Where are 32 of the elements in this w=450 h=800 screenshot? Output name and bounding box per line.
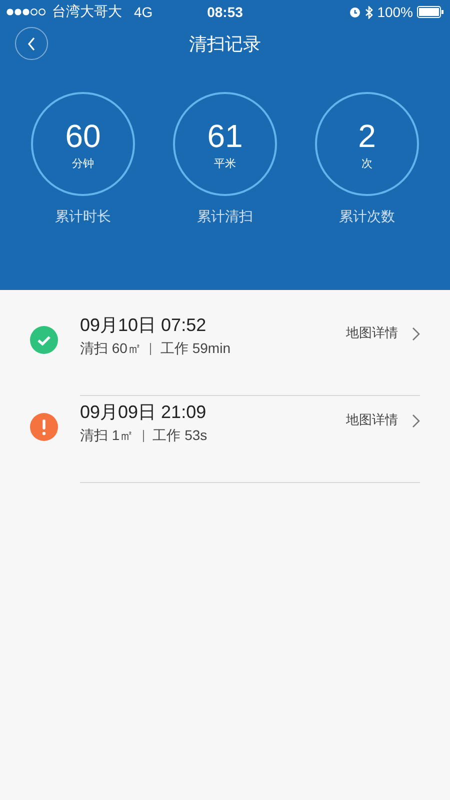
stat-unit: 平米 <box>214 156 236 170</box>
stat-value: 2 <box>358 118 376 154</box>
check-icon <box>30 326 58 354</box>
stat-label: 累计清扫 <box>197 208 253 226</box>
record-time: 09月09日 21:09 <box>80 401 208 424</box>
stat-unit: 次 <box>362 156 372 170</box>
stat-value: 61 <box>207 118 243 154</box>
map-details-link[interactable]: 地图详情 <box>346 324 398 342</box>
battery-icon <box>417 6 444 18</box>
warning-icon <box>30 413 58 441</box>
work-duration: 工作 53s <box>152 427 208 445</box>
signal-icon <box>6 8 48 16</box>
page-title: 清扫记录 <box>189 33 261 56</box>
back-button[interactable] <box>15 27 48 60</box>
network-type: 4G <box>134 4 153 20</box>
record-time: 09月10日 07:52 <box>80 314 208 337</box>
carrier-name: 台湾大哥大 <box>52 3 122 21</box>
work-duration: 工作 59min <box>160 340 230 358</box>
stat-value: 60 <box>65 118 101 154</box>
cleaned-area: 清扫 60㎡ <box>80 340 142 358</box>
cleaned-area: 清扫 1㎡ <box>80 427 134 445</box>
stat-label: 累计次数 <box>339 208 395 226</box>
stat-unit: 分钟 <box>72 156 94 170</box>
chevron-icon <box>412 414 420 428</box>
bluetooth-icon <box>365 6 374 18</box>
stat-label: 累计时长 <box>55 208 111 226</box>
battery-percent: 100% <box>377 4 413 20</box>
map-details-link[interactable]: 地图详情 <box>346 411 398 429</box>
clock: 08:53 <box>207 4 243 20</box>
alarm-icon <box>349 6 362 18</box>
chevron-icon <box>412 327 420 341</box>
back-icon <box>26 36 36 50</box>
